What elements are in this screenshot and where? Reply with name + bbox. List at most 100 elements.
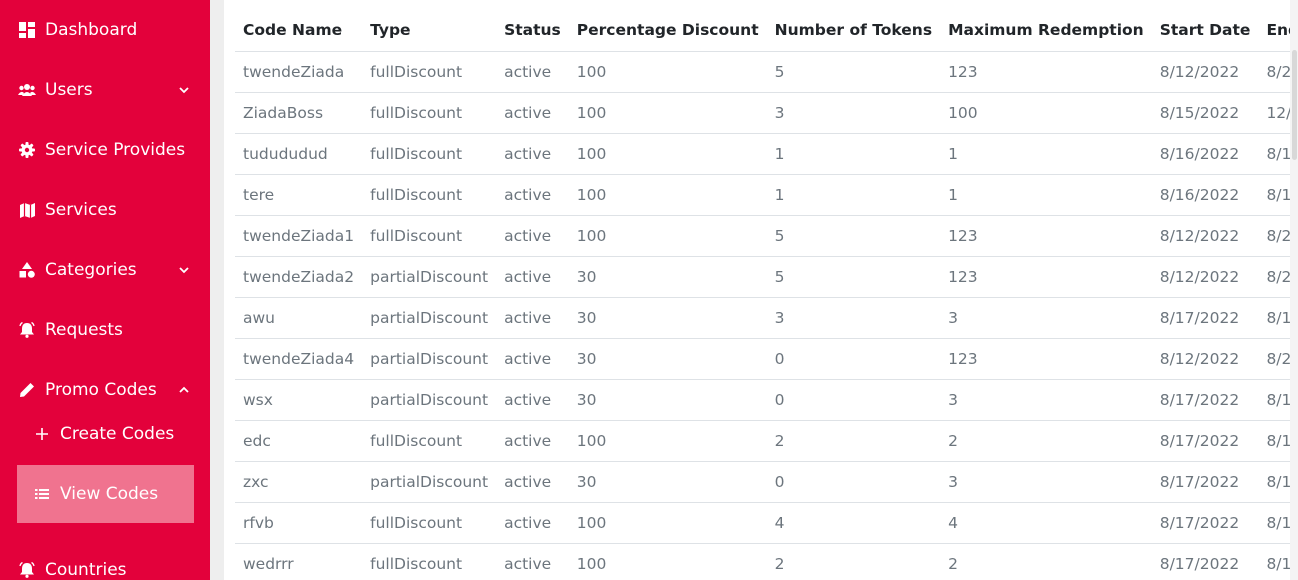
chevron-up-icon <box>177 383 191 397</box>
cell-type: fullDiscount <box>362 502 497 544</box>
promo-codes-table: Code Name Type Status Percentage Discoun… <box>235 10 1290 580</box>
gear-icon <box>18 141 36 159</box>
sidebar-subitem-view-codes[interactable]: View Codes <box>17 465 194 523</box>
cell-end-date: 8/27/2022 <box>1258 215 1290 257</box>
table-row[interactable]: zxc partialDiscount active 30 0 3 8/17/2022 8/1… <box>235 461 1290 503</box>
cell-type: fullDiscount <box>362 543 497 580</box>
column-header-type: Type <box>362 10 497 52</box>
cell-percentage-discount: 100 <box>568 215 767 257</box>
table-row[interactable]: wsx partialDiscount active 30 0 3 8/17/2022 8/1… <box>235 379 1290 421</box>
map-icon <box>18 201 36 219</box>
column-header-number-of-tokens: Number of Tokens <box>766 10 941 52</box>
cell-start-date: 8/12/2022 <box>1151 51 1259 93</box>
table-row[interactable]: tudududud fullDiscount active 100 1 1 8/16/202… <box>235 133 1290 175</box>
sidebar-item-users[interactable]: Users <box>0 70 210 110</box>
cell-code-name: zxc <box>235 461 363 503</box>
cell-end-date: 8/17/2022 <box>1258 133 1290 175</box>
table-row[interactable]: terefullDiscountactive100118/16/20228/17… <box>235 174 1290 216</box>
dashboard-icon <box>18 21 36 39</box>
cell-end-date: 8/18/2022 <box>1258 461 1290 503</box>
cell-number-of-tokens: 1 <box>766 133 941 175</box>
table-row[interactable]: twendeZiada fullDiscount active 100 5 123 8/12… <box>235 51 1290 93</box>
table-row[interactable]: rfvbfullDiscountactive100448/17/20228/18… <box>235 502 1290 544</box>
table-row[interactable]: twendeZiada4 partialDiscount active 30 0 123 8… <box>235 338 1290 380</box>
sidebar-item-countries[interactable]: Countries <box>0 550 210 580</box>
table-row[interactable]: edcfullDiscountactive100228/17/20228/18/… <box>235 420 1290 462</box>
promo-codes-panel: Code Name Type Status Percentage Discoun… <box>224 0 1290 580</box>
cell-maximum-redemption: 1 <box>940 133 1152 175</box>
cell-start-date: 8/16/2022 <box>1151 133 1259 175</box>
sidebar-item-categories[interactable]: Categories <box>0 250 210 290</box>
cell-type: partialDiscount <box>362 256 497 298</box>
cell-type: partialDiscount <box>362 297 497 339</box>
content-gutter <box>210 0 224 580</box>
cell-maximum-redemption: 123 <box>940 51 1152 93</box>
cell-start-date: 8/17/2022 <box>1151 297 1259 339</box>
table-header-row: Code Name Type Status Percentage Discoun… <box>235 10 1290 52</box>
cell-percentage-discount: 30 <box>568 297 767 339</box>
column-header-start-date: Start Date <box>1151 10 1259 52</box>
table-body: twendeZiada fullDiscount active 100 5 123 8/12… <box>235 51 1290 580</box>
column-header-status: Status <box>496 10 569 52</box>
cell-percentage-discount: 30 <box>568 461 767 503</box>
cell-type: fullDiscount <box>362 51 497 93</box>
cell-maximum-redemption: 123 <box>940 256 1152 298</box>
sidebar-item-label: Dashboard <box>45 20 138 40</box>
cell-type: fullDiscount <box>362 174 497 216</box>
sidebar-item-label: Promo Codes <box>45 380 157 400</box>
cell-maximum-redemption: 3 <box>940 379 1152 421</box>
table-row[interactable]: twendeZiada2 partialDiscount active 30 5 123 8… <box>235 256 1290 298</box>
cell-number-of-tokens: 0 <box>766 338 941 380</box>
sidebar-item-services[interactable]: Services <box>0 190 210 230</box>
cell-status: active <box>496 379 569 421</box>
cell-type: fullDiscount <box>362 133 497 175</box>
cell-status: active <box>496 543 569 580</box>
cell-maximum-redemption: 1 <box>940 174 1152 216</box>
sidebar-item-requests[interactable]: Requests <box>0 310 210 350</box>
sidebar-item-dashboard[interactable]: Dashboard <box>0 10 210 50</box>
cell-number-of-tokens: 2 <box>766 543 941 580</box>
cell-maximum-redemption: 2 <box>940 420 1152 462</box>
cell-maximum-redemption: 3 <box>940 461 1152 503</box>
cell-percentage-discount: 30 <box>568 256 767 298</box>
column-header-maximum-redemption: Maximum Redemption <box>940 10 1152 52</box>
cell-code-name: tudududud <box>235 133 363 175</box>
table-row[interactable]: twendeZiada1 fullDiscount active 100 5 123 8/1… <box>235 215 1290 257</box>
cell-code-name: edc <box>235 420 363 462</box>
cell-end-date: 12/31/2022 <box>1258 92 1290 134</box>
cell-status: active <box>496 133 569 175</box>
cell-number-of-tokens: 4 <box>766 502 941 544</box>
sidebar-item-promo-codes[interactable]: Promo Codes <box>0 370 210 410</box>
cell-end-date: 8/18/2022 <box>1258 543 1290 580</box>
table-row[interactable]: ZiadaBoss fullDiscount active 100 3 100 8/15/2… <box>235 92 1290 134</box>
cell-end-date: 8/18/2022 <box>1258 379 1290 421</box>
cell-number-of-tokens: 0 <box>766 379 941 421</box>
chevron-down-icon <box>177 83 191 97</box>
cell-maximum-redemption: 4 <box>940 502 1152 544</box>
cell-end-date: 8/18/2022 <box>1258 420 1290 462</box>
table-row[interactable]: wedrrr fullDiscount active 100 2 2 8/17/2022 8/… <box>235 543 1290 580</box>
cell-percentage-discount: 100 <box>568 543 767 580</box>
list-icon <box>35 487 49 501</box>
sidebar-subitem-label: View Codes <box>60 484 159 504</box>
cell-number-of-tokens: 1 <box>766 174 941 216</box>
cell-number-of-tokens: 2 <box>766 420 941 462</box>
users-icon <box>18 81 36 99</box>
scrollbar-thumb[interactable] <box>1292 50 1297 160</box>
cell-end-date: 8/18/2022 <box>1258 297 1290 339</box>
table-row[interactable]: awu partialDiscount active 30 3 3 8/17/2022 8/1… <box>235 297 1290 339</box>
cell-status: active <box>496 174 569 216</box>
cell-status: active <box>496 461 569 503</box>
cell-type: fullDiscount <box>362 92 497 134</box>
cell-code-name: twendeZiada4 <box>235 338 363 380</box>
sidebar-item-service-provides[interactable]: Service Provides <box>0 130 210 170</box>
cell-status: active <box>496 420 569 462</box>
sidebar-subitem-label: Create Codes <box>60 424 175 444</box>
cell-start-date: 8/16/2022 <box>1151 174 1259 216</box>
cell-code-name: ZiadaBoss <box>235 92 363 134</box>
cell-start-date: 8/17/2022 <box>1151 502 1259 544</box>
pencil-icon <box>18 381 36 399</box>
sidebar-subitem-create-codes[interactable]: Create Codes <box>17 405 194 463</box>
cell-start-date: 8/15/2022 <box>1151 92 1259 134</box>
cell-percentage-discount: 100 <box>568 92 767 134</box>
